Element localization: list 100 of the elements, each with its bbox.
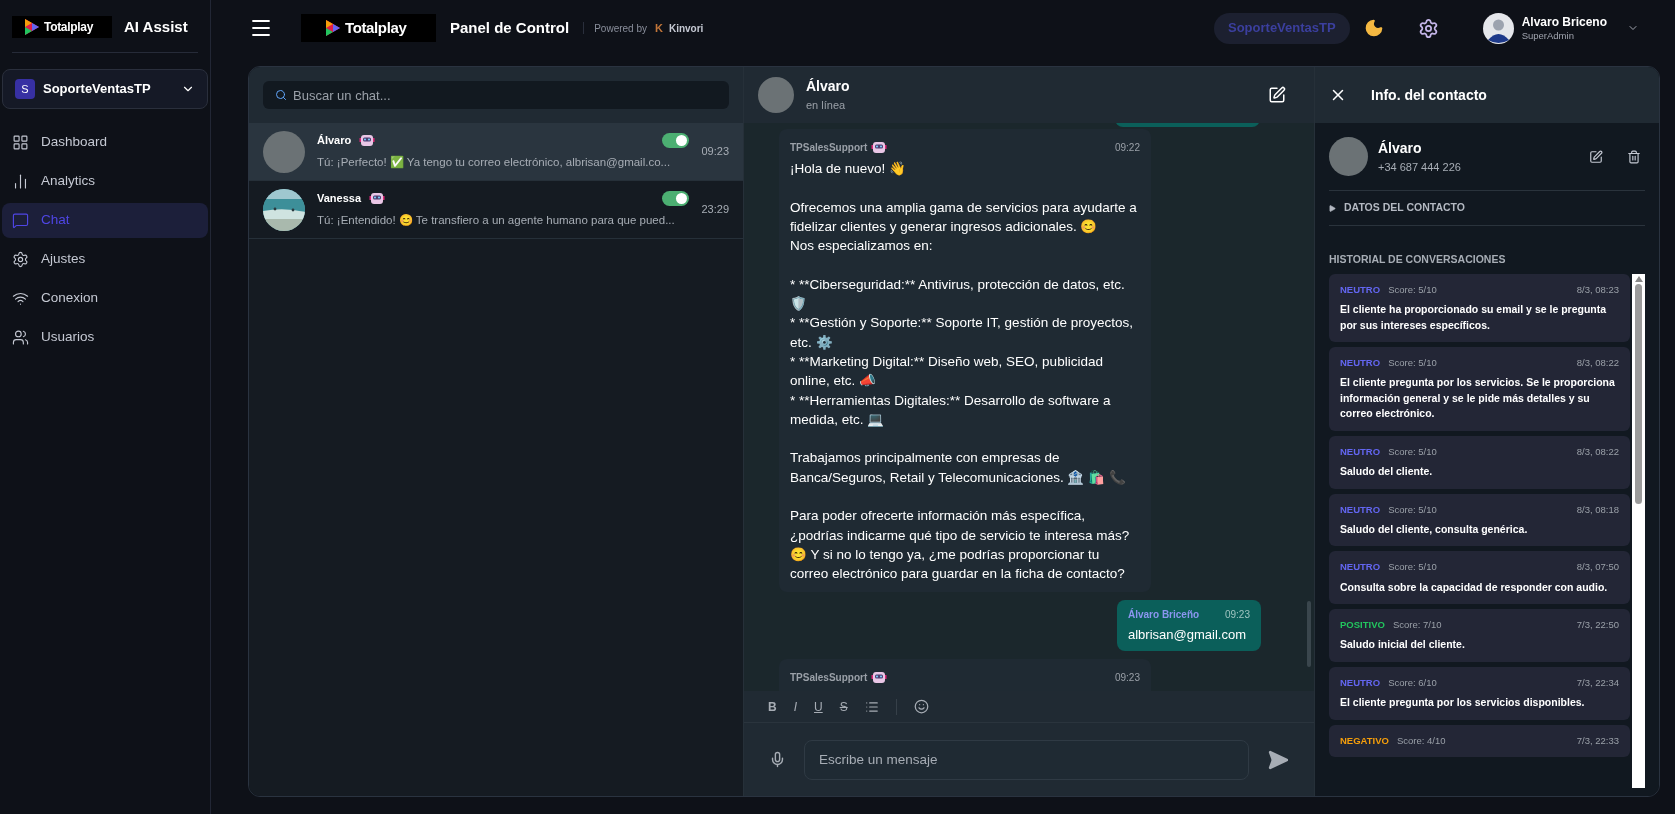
- message-time: 09:22: [1114, 140, 1140, 155]
- section-toggle[interactable]: DATOS DEL CONTACTO: [1329, 191, 1645, 226]
- brand-logo: Totalplay: [12, 16, 112, 38]
- brand-logo: Totalplay: [301, 14, 436, 42]
- partner-name: Kinvori: [668, 21, 704, 36]
- score-label: Score: 5/10: [1388, 356, 1437, 370]
- sentiment-label: NEGATIVO: [1340, 733, 1389, 748]
- history-card[interactable]: NEUTRO Score: 5/10 8/3, 08:22 Saludo del cliente.: [1329, 435, 1630, 489]
- wifi-icon: [12, 290, 29, 307]
- moon-icon[interactable]: [1363, 18, 1384, 38]
- message-author: Álvaro Briceño: [1128, 607, 1200, 622]
- sentiment-label: POSITIVO: [1340, 618, 1385, 632]
- sentiment-label: NEUTRO: [1340, 356, 1381, 370]
- message-text: albrisan@gmail.com: [1128, 625, 1247, 644]
- chat-time: 23:29: [701, 202, 729, 218]
- message-time: 09:23: [1224, 607, 1250, 622]
- robot-icon: [871, 139, 888, 155]
- history-date: 8/3, 08:22: [1576, 444, 1619, 459]
- score-label: Score: 5/10: [1388, 282, 1437, 297]
- sentiment-label: NEUTRO: [1340, 560, 1381, 575]
- sentiment-label: NEUTRO: [1340, 502, 1381, 517]
- toggle-switch[interactable]: [662, 132, 690, 148]
- nav-item[interactable]: Ajustes: [2, 242, 208, 277]
- history-date: 7/3, 22:50: [1576, 618, 1619, 632]
- message-author: TPSalesSupport: [790, 670, 868, 685]
- triangle-logo-icon: [24, 18, 40, 36]
- format-button[interactable]: I: [793, 697, 797, 716]
- triangle-logo-icon: [325, 19, 341, 37]
- sentiment-label: NEUTRO: [1340, 444, 1381, 459]
- avatar-placeholder: [758, 77, 794, 113]
- format-button[interactable]: U: [814, 697, 823, 716]
- panel-title: Info. del contacto: [1371, 85, 1487, 105]
- score-label: Score: 5/10: [1388, 560, 1437, 575]
- history-date: 7/3, 22:33: [1576, 733, 1619, 748]
- contact-name: Álvaro: [806, 77, 851, 97]
- message-preview: Tú: ¡Entendido! 😊 Te transfiero a un agente humano para que pued...: [317, 212, 676, 228]
- format-button[interactable]: B: [768, 697, 777, 716]
- trash-icon[interactable]: [1627, 149, 1641, 164]
- history-summary: Saludo inicial del cliente.: [1340, 637, 1466, 653]
- nav-item[interactable]: Analytics: [2, 164, 208, 199]
- history-summary: Saludo del cliente, consulta genérica.: [1340, 521, 1529, 537]
- gear-icon: [12, 251, 29, 268]
- sentiment-label: NEUTRO: [1340, 282, 1381, 297]
- app-title: AI Assist: [124, 16, 188, 37]
- users-icon: [12, 329, 29, 346]
- triangle-icon: [1329, 204, 1336, 212]
- page-title: Panel de Control: [450, 17, 570, 38]
- history-card[interactable]: NEUTRO Score: 6/10 7/3, 22:34 El cliente pregunta por los servicios disponibles.: [1329, 666, 1630, 720]
- sentiment-label: NEUTRO: [1340, 675, 1381, 690]
- nav-item[interactable]: Dashboard: [2, 125, 208, 160]
- history-date: 8/3, 07:50: [1576, 560, 1619, 575]
- nav-item[interactable]: Conexion: [2, 281, 208, 316]
- history-card[interactable]: NEUTRO Score: 5/10 8/3, 08:18 Saludo del cliente, consulta genérica.: [1329, 493, 1630, 547]
- message-input[interactable]: Escribe un mensaje: [804, 739, 1249, 780]
- toggle-switch[interactable]: [662, 190, 690, 206]
- contact-name: Álvaro: [317, 133, 352, 149]
- history-date: 8/3, 08:18: [1576, 502, 1619, 517]
- message-text: ¡Hola de nuevo! 👋 Ofrecemos una amplia gama de servicios para ayudarte a fidelizar clientes y generar ingresos adicionales. 😊 Nos especializamos en: * **Ciberseguridad:** Antivirus, protección de datos, etc. 🛡 * **Gestión y Soporte:** Soporte IT, gestión de proyectos, etc. ⚙ * **Marketing Digital:** Diseño web, SEO, publicidad online, etc. 📣 * **Herramientas Digitales:** Desarrollo de software a medida, etc. 💻 Trabajamos principalmente con empresas de Banca/Seguros, Retail y Telecomunicaciones. 🏦 🛍 📞 Para poder ofrecerte información más específica, ¿podrías indicarme qué tipo de servicio te interesa más? 😊 Y si no lo tengo ya, ¿me podrías proporcionar tu correo electrónico para guardar en la ficha de contacto?: [790, 160, 1138, 584]
- scrollbar[interactable]: [1632, 273, 1645, 788]
- message-author: TPSalesSupport: [790, 140, 868, 155]
- message-preview: Tú: ¡Perfecto! ✅ Ya tengo tu correo electrónico, albrisan@gmail.co...: [317, 154, 672, 171]
- history-summary: El cliente pregunta por los servicios. Se le proporciona información general y se le pide más detalles y su correo electrónico.: [1340, 375, 1616, 422]
- bar-chart-icon: [12, 173, 29, 190]
- history-date: 7/3, 22:34: [1576, 675, 1619, 690]
- search-icon: [275, 89, 287, 101]
- edit-icon[interactable]: [1589, 149, 1603, 164]
- user-role: SuperAdmin: [1521, 29, 1575, 42]
- score-label: Score: 5/10: [1388, 502, 1437, 517]
- bullet-list-icon[interactable]: [864, 699, 879, 714]
- history-card[interactable]: NEUTRO Score: 5/10 8/3, 08:23 El cliente ha proporcionado su email y se le pregunta por sus intereses específicos.: [1329, 273, 1630, 342]
- powered-by-label: Powered by: [594, 21, 647, 36]
- history-card[interactable]: NEGATIVO Score: 4/10 7/3, 22:33: [1329, 724, 1630, 757]
- history-date: 8/3, 08:23: [1576, 282, 1619, 297]
- history-card[interactable]: NEUTRO Score: 5/10 8/3, 08:22 El cliente pregunta por los servicios. Se le proporciona información general y se le pide más detalles y su correo electrónico.: [1329, 347, 1630, 431]
- grid-icon: [12, 134, 29, 151]
- history-card[interactable]: POSITIVO Score: 7/10 7/3, 22:50 Saludo inicial del cliente.: [1329, 609, 1630, 662]
- contact-name: Vanessa: [317, 191, 362, 207]
- message-time: 09:23: [1114, 670, 1140, 685]
- history-summary: El cliente pregunta por los servicios disponibles.: [1340, 695, 1586, 710]
- workspace-selector[interactable]: S SoporteVentasTP: [2, 69, 208, 109]
- scroll-up-arrow-icon[interactable]: [1634, 275, 1643, 282]
- history-summary: El cliente ha proporcionado su email y se le pregunta por sus intereses específicos.: [1340, 302, 1608, 333]
- format-button[interactable]: S: [839, 697, 848, 716]
- microphone-icon[interactable]: [769, 751, 786, 768]
- chat-list-item[interactable]: Álvaro Tú: ¡Perfecto! ✅ Ya tengo tu correo electrónico, albrisan@gmail.co... 09:23: [249, 123, 743, 181]
- nav-item[interactable]: Usuarios: [2, 320, 208, 355]
- history-summary: Consulta sobre la capacidad de responder con audio.: [1340, 579, 1609, 595]
- robot-icon: [369, 190, 386, 207]
- history-card[interactable]: NEUTRO Score: 5/10 8/3, 07:50 Consulta sobre la capacidad de responder con audio.: [1329, 551, 1630, 604]
- score-label: Score: 4/10: [1396, 733, 1446, 748]
- search-field[interactable]: Buscar un chat...: [263, 81, 729, 109]
- robot-icon: [871, 669, 888, 686]
- workspace-initial: S: [15, 79, 35, 99]
- send-icon[interactable]: [1267, 748, 1289, 771]
- user-avatar[interactable]: [1482, 12, 1514, 44]
- gear-icon[interactable]: [1417, 17, 1439, 39]
- chat-bubble-icon: [12, 212, 29, 229]
- emoji-icon[interactable]: [913, 699, 929, 714]
- scrollbar-thumb[interactable]: [1635, 283, 1642, 504]
- chat-time: 09:23: [701, 144, 729, 160]
